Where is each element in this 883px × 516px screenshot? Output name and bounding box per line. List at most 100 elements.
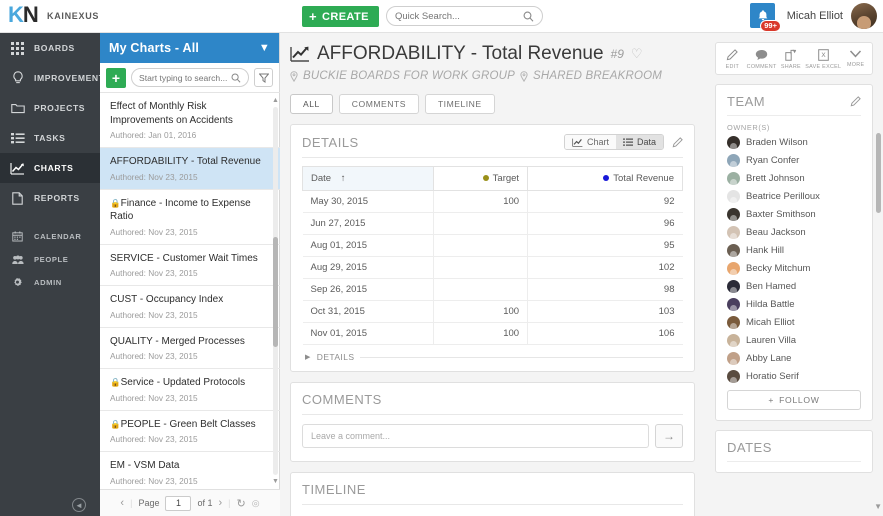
search-input[interactable]	[395, 10, 520, 22]
add-chart-button[interactable]: +	[106, 67, 126, 88]
list-item[interactable]: 🔒Finance - Income to Expense Ratio Autho…	[100, 190, 280, 245]
send-comment-button[interactable]: →	[655, 424, 683, 448]
toggle-data-view[interactable]: Data	[615, 135, 663, 149]
top-bar: KN KAINEXUS + CREATE 99+ Micah Elliot	[0, 0, 883, 33]
sidebar-item-people[interactable]: PEOPLE	[0, 248, 100, 271]
follow-button[interactable]: + FOLLOW	[727, 390, 861, 410]
quick-search[interactable]	[386, 6, 543, 26]
column-header-total-revenue[interactable]: Total Revenue	[527, 166, 683, 191]
comments-card: COMMENTS Leave a comment... →	[290, 382, 695, 462]
tab-all[interactable]: ALL	[290, 94, 333, 114]
sidebar-item-calendar[interactable]: CALENDAR	[0, 225, 100, 248]
chart-list-header[interactable]: My Charts - All ▼	[100, 33, 279, 63]
comment-button[interactable]: COMMENT	[747, 49, 777, 70]
list-item[interactable]: 🔒PEOPLE - Green Belt Classes Authored: N…	[100, 411, 280, 452]
scroll-down-icon[interactable]: ▼	[272, 478, 279, 485]
pager-options-icon[interactable]: ◎	[252, 498, 260, 509]
avatar	[727, 298, 740, 311]
more-button[interactable]: MORE	[841, 49, 870, 70]
chevron-down-icon[interactable]: ▼	[259, 42, 270, 54]
chart-search[interactable]	[131, 68, 249, 87]
edit-team-button[interactable]	[850, 96, 861, 107]
team-member-name: Hilda Battle	[746, 299, 795, 310]
team-member[interactable]: Baxter Smithson	[727, 208, 861, 221]
table-row[interactable]: Nov 01, 2015 100 106	[302, 322, 683, 345]
page-number-input[interactable]	[165, 495, 192, 511]
refresh-icon[interactable]: ↻	[237, 497, 246, 510]
save-excel-button[interactable]: X SAVE EXCEL	[805, 49, 841, 70]
favorite-heart-icon[interactable]: ♡	[631, 46, 643, 62]
list-item[interactable]: QUALITY - Merged Processes Authored: Nov…	[100, 328, 280, 369]
list-item-title: CUST - Occupancy Index	[110, 294, 224, 305]
next-page-button[interactable]: ›	[218, 497, 222, 509]
prev-page-button[interactable]: ‹	[120, 497, 124, 509]
sidebar-item-charts[interactable]: CHARTS	[0, 153, 100, 183]
list-item[interactable]: CUST - Occupancy Index Authored: Nov 23,…	[100, 286, 280, 328]
table-row[interactable]: May 30, 2015 100 92	[302, 190, 683, 213]
team-member[interactable]: Braden Wilson	[727, 136, 861, 149]
team-member[interactable]: Beatrice Perilloux	[727, 190, 861, 203]
team-member[interactable]: Ryan Confer	[727, 154, 861, 167]
notifications-button[interactable]: 99+	[750, 3, 781, 32]
list-item[interactable]: Effect of Monthly Risk Improvements on A…	[100, 93, 280, 148]
rail-scrollbar-thumb[interactable]	[876, 133, 881, 213]
team-member[interactable]: Beau Jackson	[727, 226, 861, 239]
table-row[interactable]: Aug 29, 2015 102	[302, 256, 683, 279]
table-row[interactable]: Oct 31, 2015 100 103	[302, 300, 683, 323]
list-item[interactable]: SERVICE - Customer Wait Times Authored: …	[100, 245, 280, 286]
user-name[interactable]: Micah Elliot	[787, 10, 843, 22]
team-member[interactable]: Ben Hamed	[727, 280, 861, 293]
team-member-name: Lauren Villa	[746, 335, 797, 346]
scroll-up-icon[interactable]: ▲	[272, 97, 279, 104]
list-item-authored: Authored: Nov 23, 2015	[110, 475, 198, 486]
column-header-date[interactable]: Date ↑	[302, 166, 434, 191]
team-member[interactable]: Abby Lane	[727, 352, 861, 365]
list-item[interactable]: EM - VSM Data Authored: Nov 23, 2015	[100, 452, 280, 489]
tab-timeline[interactable]: TIMELINE	[424, 94, 495, 114]
table-row[interactable]: Sep 26, 2015 98	[302, 278, 683, 301]
sidebar-item-tasks[interactable]: TASKS	[0, 123, 100, 153]
sidebar-item-projects[interactable]: PROJECTS	[0, 93, 100, 123]
team-member[interactable]: Micah Elliot	[727, 316, 861, 329]
details-expander[interactable]: ▶ DETAILS	[291, 345, 694, 371]
sidebar-item-improvements[interactable]: IMPROVEMENTS	[0, 63, 110, 93]
table-row[interactable]: Aug 01, 2015 95	[302, 234, 683, 257]
comment-input[interactable]: Leave a comment...	[302, 424, 649, 448]
cell-total-revenue: 102	[527, 256, 683, 279]
team-member[interactable]: Lauren Villa	[727, 334, 861, 347]
list-item[interactable]: AFFORDABILITY - Total Revenue Authored: …	[100, 148, 280, 190]
team-member[interactable]: Hank Hill	[727, 244, 861, 257]
share-button[interactable]: SHARE	[777, 49, 806, 70]
sidebar-item-boards[interactable]: BOARDS	[0, 33, 100, 63]
tab-comments[interactable]: COMMENTS	[338, 94, 419, 114]
list-item[interactable]: 🔒Service - Updated Protocols Authored: N…	[100, 369, 280, 411]
location-secondary[interactable]: SHARED BREAKROOM	[533, 70, 662, 82]
sidebar-item-reports[interactable]: REPORTS	[0, 183, 100, 213]
team-member[interactable]: Brett Johnson	[727, 172, 861, 185]
column-header-target[interactable]: Target	[432, 166, 529, 191]
sidebar-item-admin[interactable]: ADMIN	[0, 271, 100, 294]
nav-collapse-button[interactable]: ◄	[72, 498, 86, 512]
expand-triangle-icon: ▶	[305, 354, 311, 361]
avatar[interactable]	[851, 3, 877, 29]
list-scrollbar[interactable]: ▲ ▼	[272, 97, 279, 485]
chart-search-input[interactable]	[139, 72, 231, 83]
table-row[interactable]: Jun 27, 2015 96	[302, 212, 683, 235]
filter-button[interactable]	[254, 68, 273, 87]
app-logo[interactable]: KN	[8, 2, 39, 28]
create-button[interactable]: + CREATE	[302, 6, 379, 27]
avatar	[727, 154, 740, 167]
avatar	[727, 262, 740, 275]
edit-button[interactable]: EDIT	[718, 49, 747, 70]
location-primary[interactable]: BUCKIE BOARDS FOR WORK GROUP	[303, 70, 515, 82]
toggle-chart-view[interactable]: Chart	[564, 135, 616, 149]
team-member[interactable]: Horatio Serif	[727, 370, 861, 383]
lock-icon: 🔒	[110, 418, 121, 429]
team-member[interactable]: Becky Mitchum	[727, 262, 861, 275]
scrollbar-thumb[interactable]	[273, 237, 278, 347]
rail-scroll-down-icon[interactable]: ▼	[874, 502, 882, 511]
chart-list-scroll[interactable]: Effect of Monthly Risk Improvements on A…	[100, 92, 280, 489]
edit-details-button[interactable]	[672, 136, 683, 148]
table-header-row: Date ↑ Target Total Revenue	[302, 166, 683, 191]
team-member[interactable]: Hilda Battle	[727, 298, 861, 311]
